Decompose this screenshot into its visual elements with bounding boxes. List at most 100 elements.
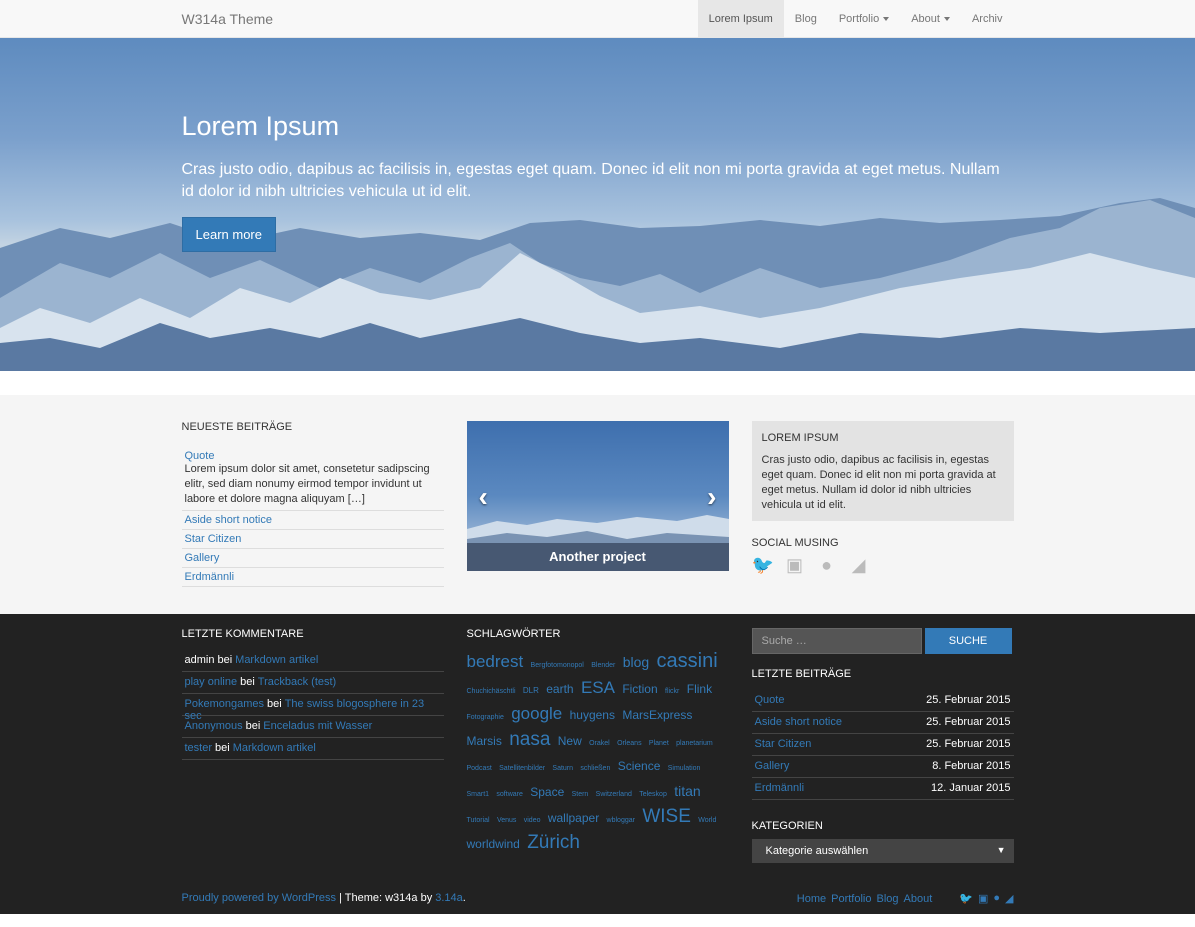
image-carousel[interactable]: ‹ › Another project: [466, 421, 729, 571]
tag-link[interactable]: Orakel: [589, 740, 610, 747]
comment-post-link[interactable]: Trackback (test): [258, 676, 336, 688]
wordpress-link[interactable]: Proudly powered by WordPress: [182, 892, 336, 904]
post-link[interactable]: Quote: [755, 694, 785, 707]
comment-post-link[interactable]: Markdown artikel: [235, 654, 318, 666]
tag-link[interactable]: google: [511, 704, 562, 723]
learn-more-button[interactable]: Learn more: [181, 217, 276, 252]
rss-icon[interactable]: ◢: [1005, 892, 1013, 905]
tag-link[interactable]: cassini: [657, 650, 718, 672]
tag-link[interactable]: Stern: [572, 791, 589, 798]
tag-link[interactable]: Simulation: [668, 765, 701, 772]
tag-link[interactable]: Podcast: [467, 765, 492, 772]
tag-link[interactable]: wallpaper: [548, 811, 599, 825]
tag-link[interactable]: flickr: [665, 688, 679, 695]
tag-link[interactable]: Saturn: [552, 765, 573, 772]
list-item: Gallery: [181, 549, 444, 568]
chevron-left-icon[interactable]: ‹: [479, 481, 488, 513]
post-link[interactable]: Gallery: [755, 760, 790, 773]
tag-link[interactable]: software: [496, 791, 522, 798]
comment-post-link[interactable]: Enceladus mit Wasser: [263, 720, 372, 732]
tag-link[interactable]: Smart1: [467, 791, 490, 798]
social-title: SOCIAL MUSING: [751, 537, 839, 549]
tag-link[interactable]: nasa: [509, 729, 550, 750]
tag-link[interactable]: Orleans: [617, 740, 642, 747]
tag-link[interactable]: Satellitenbilder: [499, 765, 545, 772]
tag-link[interactable]: video: [524, 817, 541, 824]
post-link[interactable]: Aside short notice: [185, 514, 272, 526]
github-icon[interactable]: ●: [993, 892, 1000, 905]
main-nav: Lorem Ipsum Blog Portfolio About Archiv: [697, 0, 1014, 38]
tag-link[interactable]: Science: [618, 759, 661, 773]
sidebar-right: Suche … SUCHE LETZTE BEITRÄGE Quote 25. F…: [751, 628, 1014, 914]
github-icon[interactable]: ●: [816, 555, 838, 576]
tag-link[interactable]: wbloggar: [607, 817, 635, 824]
footer-link-portfolio[interactable]: Portfolio: [831, 893, 871, 905]
tag-link[interactable]: huygens: [570, 708, 615, 722]
tag-link[interactable]: Fotographie: [467, 714, 504, 721]
comment-author[interactable]: Anonymous: [185, 720, 243, 732]
tag-link[interactable]: World: [698, 817, 716, 824]
tag-link[interactable]: Blender: [591, 662, 615, 669]
post-link[interactable]: Erdmännli: [755, 782, 805, 795]
comment-author[interactable]: tester: [185, 742, 213, 754]
instagram-icon[interactable]: ▣: [978, 892, 988, 905]
tag-link[interactable]: Chuchichäschtli: [467, 688, 516, 695]
tag-link[interactable]: titan: [674, 783, 700, 799]
tag-link[interactable]: bedrest: [467, 652, 524, 671]
tag-link[interactable]: Switzerland: [596, 791, 632, 798]
tag-link[interactable]: Marsis: [467, 734, 502, 748]
comment-author[interactable]: Pokemongames: [185, 698, 265, 710]
tag-link[interactable]: DLR: [523, 686, 539, 695]
tag-link[interactable]: WISE: [642, 806, 691, 827]
post-link[interactable]: Quote: [185, 450, 215, 462]
post-link[interactable]: Erdmännli: [185, 571, 235, 583]
tag-link[interactable]: Space: [530, 785, 564, 799]
tag-link[interactable]: Zürich: [527, 832, 580, 853]
rss-icon[interactable]: ◢: [848, 555, 870, 576]
post-link[interactable]: Gallery: [185, 552, 220, 564]
post-link[interactable]: Star Citizen: [185, 533, 242, 545]
tag-link[interactable]: Planet: [649, 740, 669, 747]
search-button[interactable]: SUCHE: [924, 628, 1012, 654]
tag-link[interactable]: blog: [623, 654, 649, 670]
twitter-icon[interactable]: 🐦: [959, 892, 973, 905]
tag-link[interactable]: Venus: [497, 817, 516, 824]
tag-link[interactable]: Fiction: [622, 682, 657, 696]
nav-item-portfolio[interactable]: Portfolio: [828, 0, 900, 38]
footer-link-blog[interactable]: Blog: [876, 893, 898, 905]
comment-by: bei: [245, 720, 261, 732]
tag-link[interactable]: earth: [546, 682, 573, 696]
recent-post-item: Gallery 8. Februar 2015: [751, 756, 1014, 778]
tag-link[interactable]: schließen: [580, 765, 610, 772]
post-link[interactable]: Star Citizen: [755, 738, 812, 751]
footer-link-home[interactable]: Home: [797, 893, 826, 905]
tag-link[interactable]: worldwind: [467, 837, 520, 851]
twitter-icon[interactable]: 🐦: [752, 555, 774, 576]
comments-widget: LETZTE KOMMENTARE admin bei Markdown artik…: [181, 628, 444, 914]
tag-link[interactable]: planetarium: [676, 740, 713, 747]
tag-link[interactable]: Tutorial: [467, 817, 490, 824]
comment-author[interactable]: play online: [185, 676, 238, 688]
chevron-right-icon[interactable]: ›: [707, 481, 716, 513]
tag-link[interactable]: ESA: [581, 678, 615, 697]
tag-link[interactable]: Bergfotomonopol: [531, 662, 584, 669]
post-link[interactable]: Aside short notice: [755, 716, 842, 729]
tag-link[interactable]: Flink: [687, 682, 712, 696]
search-input[interactable]: Suche …: [751, 628, 922, 654]
tag-link[interactable]: Teleskop: [639, 791, 667, 798]
author-link[interactable]: 3.14a: [435, 892, 463, 904]
comment-post-link[interactable]: Markdown artikel: [233, 742, 316, 754]
category-select[interactable]: Kategorie auswählen ▼: [751, 839, 1014, 863]
tag-link[interactable]: MarsExpress: [622, 708, 692, 722]
instagram-icon[interactable]: ▣: [784, 555, 806, 576]
comment-item: Anonymous bei Enceladus mit Wasser: [181, 716, 444, 738]
nav-item-about[interactable]: About: [900, 0, 961, 38]
hero-title: Lorem Ipsum: [181, 111, 340, 141]
nav-item-archiv[interactable]: Archiv: [961, 0, 1014, 38]
footer-link-about[interactable]: About: [904, 893, 933, 905]
tag-link[interactable]: New: [558, 734, 582, 748]
caret-down-icon: [943, 17, 950, 21]
nav-item-blog[interactable]: Blog: [784, 0, 828, 38]
nav-item-lorem-ipsum[interactable]: Lorem Ipsum: [697, 0, 784, 38]
brand-logo[interactable]: W314a Theme: [182, 11, 274, 27]
